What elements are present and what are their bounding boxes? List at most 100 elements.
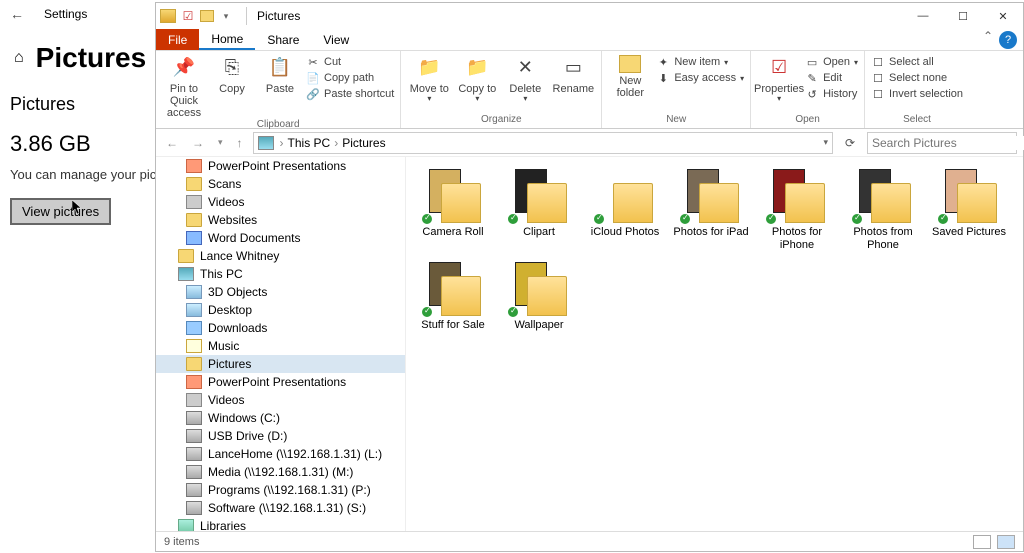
tree-item[interactable]: Downloads: [156, 319, 405, 337]
tree-item[interactable]: Pictures: [156, 355, 405, 373]
tree-item[interactable]: Desktop: [156, 301, 405, 319]
qat-properties-icon[interactable]: ☑: [178, 6, 198, 26]
minimize-button[interactable]: ―: [903, 3, 943, 29]
nav-recent-icon[interactable]: ▾: [214, 137, 227, 148]
tree-item-label: This PC: [200, 267, 243, 281]
close-button[interactable]: ✕: [983, 3, 1023, 29]
select-all-button[interactable]: ☐Select all: [871, 55, 963, 69]
qat-newfolder-icon[interactable]: [200, 10, 214, 22]
sync-icon: [851, 213, 863, 225]
copy-path-button[interactable]: 📄Copy path: [306, 71, 394, 85]
tree-item[interactable]: Videos: [156, 193, 405, 211]
nav-up-icon[interactable]: ↑: [233, 136, 247, 150]
tree-item-icon: [186, 159, 202, 173]
tree-item-label: LanceHome (\\192.168.1.31) (L:): [208, 447, 382, 461]
tree-item-label: PowerPoint Presentations: [208, 375, 346, 389]
maximize-button[interactable]: ☐: [943, 3, 983, 29]
copy-to-button[interactable]: 📁Copy to▾: [455, 53, 499, 104]
tree-item-icon: [178, 249, 194, 263]
rename-button[interactable]: ▭Rename: [551, 53, 595, 95]
tree-item[interactable]: Websites: [156, 211, 405, 229]
window-title: Pictures: [253, 9, 300, 23]
qat-dropdown-icon[interactable]: ▾: [216, 6, 236, 26]
edit-button[interactable]: ✎Edit: [805, 71, 858, 85]
edit-icon: ✎: [805, 71, 819, 85]
tree-item[interactable]: Lance Whitney: [156, 247, 405, 265]
tree-item-icon: [186, 213, 202, 227]
tree-item[interactable]: Music: [156, 337, 405, 355]
details-view-icon[interactable]: [973, 535, 991, 549]
tree-item-icon: [186, 465, 202, 479]
nav-back-icon[interactable]: ←: [162, 136, 182, 150]
copy-button[interactable]: ⎘Copy: [210, 53, 254, 95]
tree-item-icon: [186, 339, 202, 353]
tab-file[interactable]: File: [156, 29, 199, 50]
large-icons-view-icon[interactable]: [997, 535, 1015, 549]
tree-item[interactable]: Programs (\\192.168.1.31) (P:): [156, 481, 405, 499]
invert-selection-button[interactable]: ☐Invert selection: [871, 87, 963, 101]
folder-item[interactable]: Saved Pictures: [928, 167, 1010, 252]
folder-item[interactable]: Wallpaper: [498, 260, 580, 332]
folder-item[interactable]: iCloud Photos: [584, 167, 666, 252]
nav-tree[interactable]: PowerPoint PresentationsScansVideosWebsi…: [156, 157, 406, 531]
delete-button[interactable]: ✕Delete▾: [503, 53, 547, 104]
refresh-icon[interactable]: ⟳: [839, 136, 861, 150]
tab-home[interactable]: Home: [199, 29, 255, 50]
home-icon[interactable]: ⌂: [14, 49, 24, 67]
tree-item[interactable]: Scans: [156, 175, 405, 193]
tree-item[interactable]: 3D Objects: [156, 283, 405, 301]
content-pane[interactable]: Camera RollClipartiCloud PhotosPhotos fo…: [406, 157, 1023, 531]
paste-shortcut-button[interactable]: 🔗Paste shortcut: [306, 87, 394, 101]
tree-item[interactable]: Videos: [156, 391, 405, 409]
nav-forward-icon[interactable]: →: [188, 136, 208, 150]
tree-item[interactable]: Libraries: [156, 517, 405, 531]
search-box[interactable]: 🔍: [867, 132, 1017, 154]
tree-item-icon: [186, 321, 202, 335]
help-icon[interactable]: ?: [999, 31, 1017, 49]
ribbon-collapse-icon[interactable]: ⌃: [977, 29, 999, 50]
tree-item-label: Music: [208, 339, 239, 353]
tab-share[interactable]: Share: [255, 29, 311, 50]
pin-quick-access-button[interactable]: 📌Pin to Quick access: [162, 53, 206, 119]
tree-item[interactable]: PowerPoint Presentations: [156, 157, 405, 175]
paste-button[interactable]: 📋Paste: [258, 53, 302, 95]
tree-item[interactable]: Media (\\192.168.1.31) (M:): [156, 463, 405, 481]
open-button[interactable]: ▭Open ▾: [805, 55, 858, 69]
folder-item[interactable]: Photos from Phone: [842, 167, 924, 252]
select-none-button[interactable]: ☐Select none: [871, 71, 963, 85]
folder-item[interactable]: Stuff for Sale: [412, 260, 494, 332]
move-to-button[interactable]: 📁Move to▾: [407, 53, 451, 104]
newfolder-icon: [619, 55, 641, 73]
folder-thumb: [425, 260, 481, 316]
folder-thumb: [683, 167, 739, 223]
search-input[interactable]: [872, 136, 1024, 150]
tree-item[interactable]: Word Documents: [156, 229, 405, 247]
tree-item[interactable]: LanceHome (\\192.168.1.31) (L:): [156, 445, 405, 463]
breadcrumb[interactable]: › This PC › Pictures ▾: [253, 132, 833, 154]
tree-item[interactable]: Windows (C:): [156, 409, 405, 427]
history-button[interactable]: ↺History: [805, 87, 858, 101]
sync-icon: [593, 213, 605, 225]
folder-item[interactable]: Camera Roll: [412, 167, 494, 252]
titlebar[interactable]: ☑ ▾ Pictures ― ☐ ✕: [156, 3, 1023, 29]
view-pictures-button[interactable]: View pictures: [10, 198, 111, 225]
folder-item[interactable]: Photos for iPhone: [756, 167, 838, 252]
new-item-button[interactable]: ✦New item ▾: [656, 55, 744, 69]
crumb-thispc[interactable]: This PC: [288, 136, 331, 150]
folder-item[interactable]: Photos for iPad: [670, 167, 752, 252]
back-icon[interactable]: ←: [10, 6, 24, 22]
tree-item[interactable]: This PC: [156, 265, 405, 283]
easy-access-button[interactable]: ⬇Easy access ▾: [656, 71, 744, 85]
tab-view[interactable]: View: [311, 29, 361, 50]
crumb-pictures[interactable]: Pictures: [342, 136, 385, 150]
folder-item[interactable]: Clipart: [498, 167, 580, 252]
properties-button[interactable]: ☑Properties▾: [757, 53, 801, 104]
tree-item[interactable]: Software (\\192.168.1.31) (S:): [156, 499, 405, 517]
tree-item[interactable]: USB Drive (D:): [156, 427, 405, 445]
cut-button[interactable]: ✂Cut: [306, 55, 394, 69]
new-folder-button[interactable]: New folder: [608, 53, 652, 99]
sync-icon: [507, 306, 519, 318]
crumb-dropdown-icon[interactable]: ▾: [823, 137, 828, 148]
page-title: Pictures: [36, 42, 147, 74]
tree-item[interactable]: PowerPoint Presentations: [156, 373, 405, 391]
